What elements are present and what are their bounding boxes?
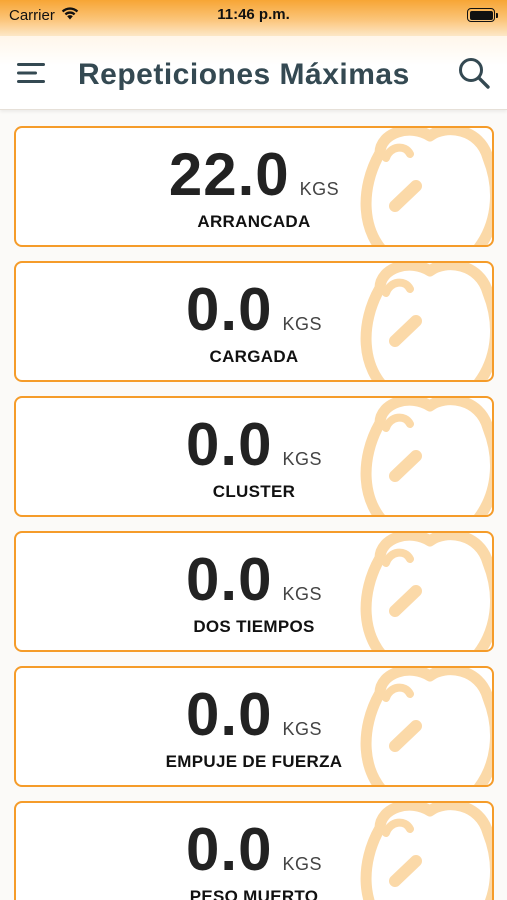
record-name: CARGADA (209, 347, 299, 366)
hamburger-menu-icon (17, 63, 45, 83)
record-name: DOS TIEMPOS (193, 617, 315, 636)
record-value: 0.0 (186, 546, 273, 613)
status-time: 11:46 p.m. (217, 6, 290, 23)
record-card-empuje-de-fuerza[interactable]: 0.0 KGS EMPUJE DE FUERZA (14, 666, 494, 787)
record-unit: KGS (282, 314, 322, 334)
page-title: Repeticiones Máximas (78, 58, 410, 91)
record-name: ARRANCADA (197, 212, 311, 231)
record-value: 0.0 (186, 816, 273, 883)
record-value: 0.0 (186, 681, 273, 748)
battery-level (469, 10, 493, 20)
personal-records-list[interactable]: 22.0 KGS ARRANCADA 0.0 KGS CARGADA 0.0 K… (0, 110, 507, 900)
record-card-cargada[interactable]: 0.0 KGS CARGADA (14, 261, 494, 382)
record-card-peso-muerto[interactable]: 0.0 KGS PESO MUERTO (14, 801, 494, 900)
record-name: CLUSTER (212, 482, 296, 501)
record-unit: KGS (282, 854, 322, 874)
menu-button[interactable] (14, 56, 48, 90)
status-bar: Carrier 11:46 p.m. (0, 0, 507, 36)
record-name: EMPUJE DE FUERZA (165, 752, 343, 771)
record-value-row: 0.0 KGS (16, 410, 492, 480)
record-unit: KGS (282, 719, 322, 739)
app-header: Repeticiones Máximas (0, 36, 507, 110)
record-value: 22.0 (168, 141, 290, 208)
record-value-row: 0.0 KGS (16, 275, 492, 345)
record-card-arrancada[interactable]: 22.0 KGS ARRANCADA (14, 126, 494, 247)
battery-icon (467, 8, 498, 22)
record-card-dos-tiempos[interactable]: 0.0 KGS DOS TIEMPOS (14, 531, 494, 652)
record-value: 0.0 (186, 411, 273, 478)
record-value-row: 0.0 KGS (16, 680, 492, 750)
record-name: PESO MUERTO (189, 887, 319, 900)
search-button[interactable] (455, 54, 493, 92)
record-unit: KGS (282, 584, 322, 604)
record-card-cluster[interactable]: 0.0 KGS CLUSTER (14, 396, 494, 517)
record-value-row: 0.0 KGS (16, 545, 492, 615)
app-screen: Carrier 11:46 p.m. Repeticiones Máximas (0, 0, 507, 900)
record-unit: KGS (282, 449, 322, 469)
search-icon (459, 58, 490, 89)
record-unit: KGS (299, 179, 340, 199)
record-value-row: 0.0 KGS (16, 815, 492, 885)
record-value: 0.0 (186, 276, 273, 343)
record-value-row: 22.0 KGS (16, 140, 492, 210)
